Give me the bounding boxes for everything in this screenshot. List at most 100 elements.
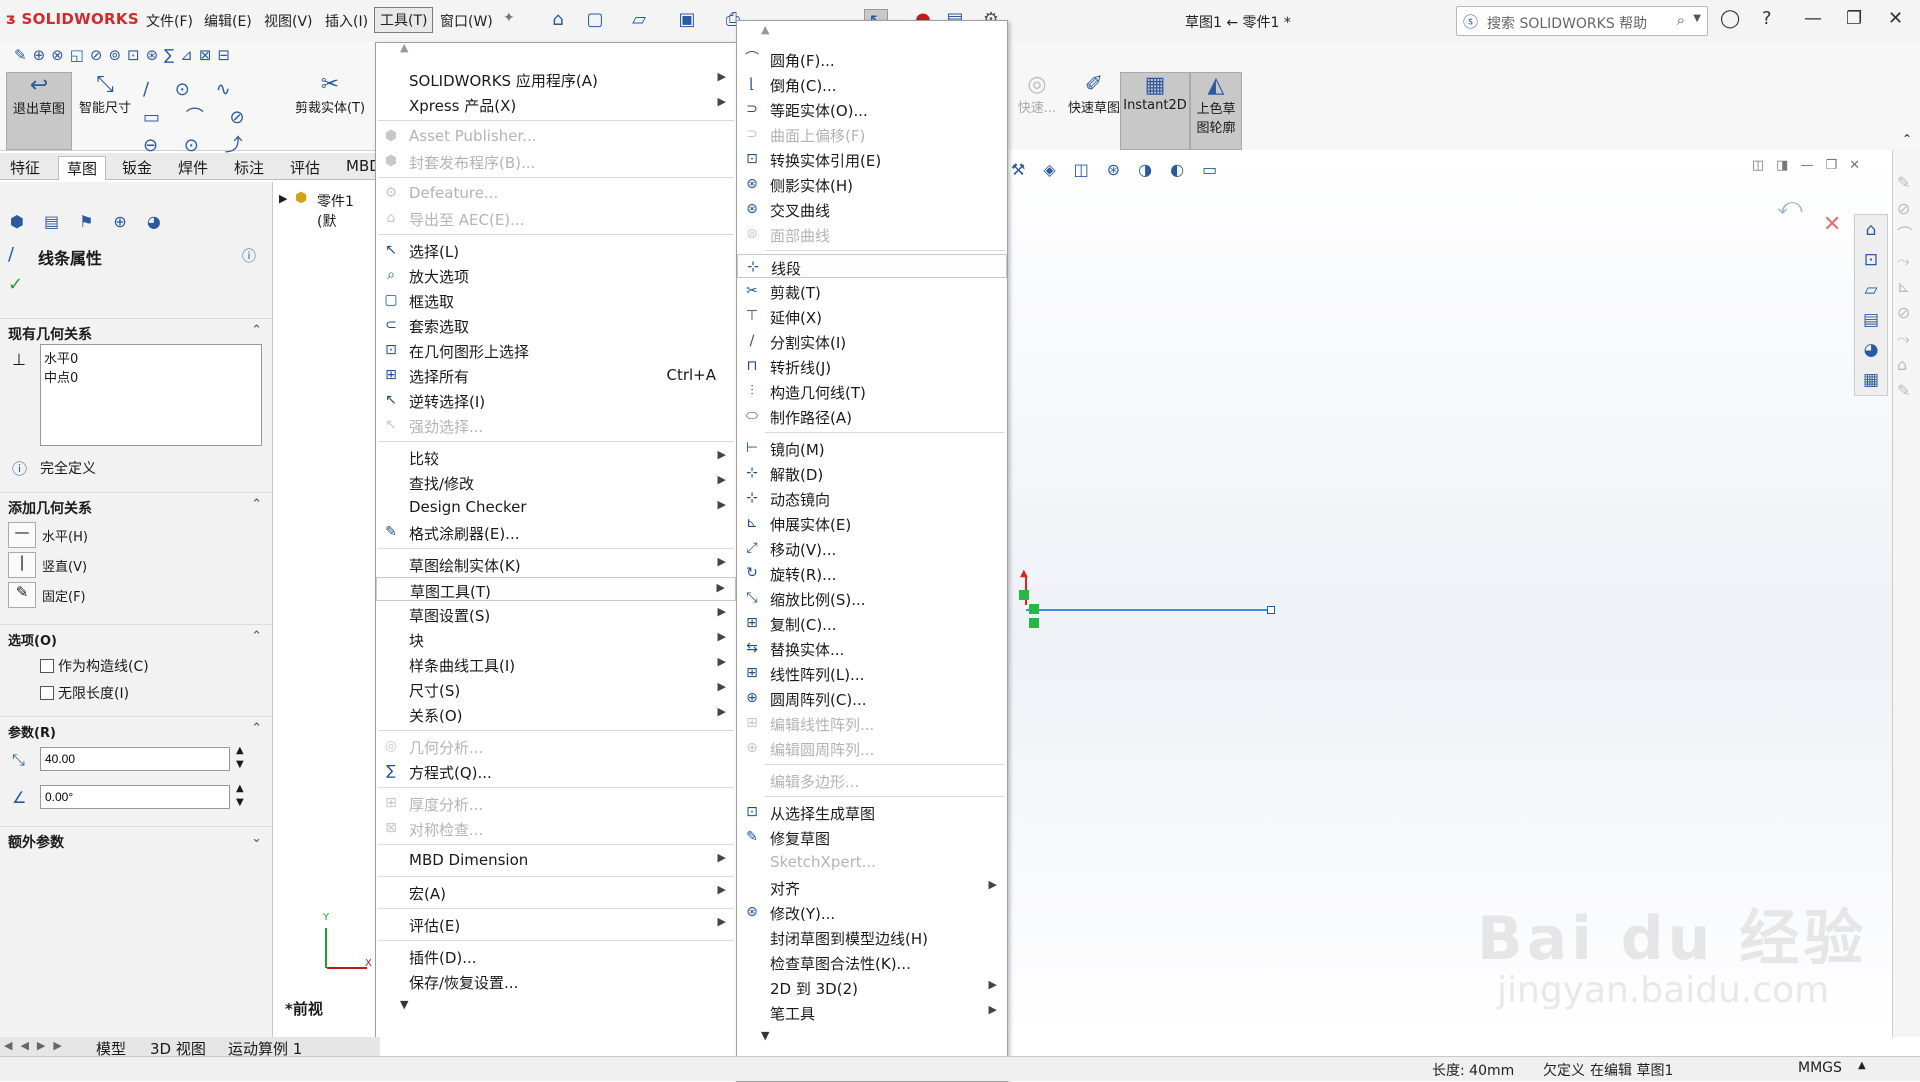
shaded-sketch-button[interactable]: ◭ 上色草图轮廓 <box>1190 72 1242 150</box>
sketch-tools-item[interactable]: ⊞ 线性阵列(L)... <box>737 661 1007 685</box>
minimize-icon[interactable]: — <box>1804 8 1822 29</box>
help-circle-icon[interactable]: ⓘ <box>242 246 256 266</box>
fix-relation[interactable]: 固定(F) <box>42 586 86 605</box>
menu-view[interactable]: 视图(V) <box>264 11 313 31</box>
construction-checkbox[interactable] <box>40 659 54 673</box>
sketch-tools-item[interactable]: ⊛ 修改(Y)... <box>737 900 1007 924</box>
tab-features[interactable]: 特征 <box>2 156 48 179</box>
restore-icon[interactable]: ❐ <box>1846 8 1862 29</box>
sketch-line[interactable] <box>1026 609 1272 611</box>
line-endpoint[interactable] <box>1267 606 1275 614</box>
sketch-tools-item[interactable]: ⊃ 等距实体(O)... <box>737 97 1007 121</box>
infinite-length-checkbox[interactable] <box>40 686 54 700</box>
tools-menu-item[interactable]: 评估(E) ▶ <box>376 912 736 936</box>
tools-menu-item[interactable]: ✎ 格式涂刷器(E)... <box>376 520 736 544</box>
options-header[interactable]: 选项(O) ⌃ <box>0 624 272 651</box>
task-pane-tabs[interactable]: ⌂ ⊡ ▱ ▤ ◕ ▦ <box>1854 214 1888 396</box>
angle-input[interactable] <box>40 785 230 809</box>
cancel-corner-icon[interactable]: ✕ <box>1823 212 1841 237</box>
tools-menu-item[interactable]: 草图设置(S) ▶ <box>376 602 736 626</box>
menu-insert[interactable]: 插入(I) <box>325 11 368 31</box>
instant2d-button[interactable]: ▦ Instant2D <box>1120 72 1190 150</box>
tools-menu-item[interactable]: ⌕ 放大选项 <box>376 263 736 287</box>
scroll-down-icon[interactable]: ▼ <box>761 1029 769 1042</box>
tools-menu-item[interactable]: 草图绘制实体(K) ▶ <box>376 552 736 576</box>
tools-menu-item[interactable]: 样条曲线工具(I) ▶ <box>376 652 736 676</box>
close-icon[interactable]: ✕ <box>1888 8 1903 29</box>
confirm-corner-icon[interactable]: ⤺ <box>1777 192 1803 220</box>
units-selector[interactable]: MMGS <box>1798 1060 1842 1076</box>
tree-expand-icon[interactable]: ▶ <box>279 192 287 205</box>
quick-toolbar-icons[interactable]: ✎⊕⊗◱⊘⊚⊡⊛∑⊿⊠⊟ <box>14 46 236 64</box>
help-search-box[interactable]: ⓢ 搜索 SOLIDWORKS 帮助 ⌕ ▼ <box>1456 6 1708 36</box>
search-icon[interactable]: ⌕ <box>1677 11 1685 29</box>
sketch-tools-item[interactable]: ⤢ 移动(V)... <box>737 536 1007 560</box>
scroll-up-icon[interactable]: ▲ <box>400 41 408 54</box>
sketch-tools-item[interactable]: 检查草图合法性(K)... <box>737 950 1007 974</box>
tab-weldments[interactable]: 焊件 <box>170 156 216 179</box>
sketch-tools-item[interactable]: 封闭草图到模型边线(H) <box>737 925 1007 949</box>
length-spinner-icon[interactable]: ▲ ▼ <box>236 744 244 772</box>
vertical-relation[interactable]: 竖直(V) <box>42 556 87 575</box>
scroll-down-icon[interactable]: ▼ <box>400 998 408 1011</box>
help-question-icon[interactable]: ? <box>1762 8 1772 29</box>
menu-tools[interactable]: 工具(T) <box>374 7 434 33</box>
sketch-tools-item[interactable]: ⤡ 缩放比例(S)... <box>737 586 1007 610</box>
tools-menu-item[interactable]: Xpress 产品(X) ▶ <box>376 92 736 116</box>
tools-menu-item[interactable]: MBD Dimension ▶ <box>376 848 736 872</box>
sketch-tools-item[interactable]: ⊹ 解散(D) <box>737 461 1007 485</box>
sketch-tools-item[interactable]: ✂ 剪裁(T) <box>737 279 1007 303</box>
view-window-controls[interactable]: ◫◨—❐✕ <box>1752 158 1872 173</box>
sketch-tools-item[interactable]: ✎ 修复草图 <box>737 825 1007 849</box>
tab-markup[interactable]: 标注 <box>226 156 272 179</box>
tools-menu-item[interactable]: 块 ▶ <box>376 627 736 651</box>
sketch-tools-item[interactable]: ⊓ 转折线(J) <box>737 354 1007 378</box>
sketch-tools-item[interactable]: ⊡ 转换实体引用(E) <box>737 147 1007 171</box>
sketch-tools-item[interactable]: ↻ 旋转(R)... <box>737 561 1007 585</box>
menu-window[interactable]: 窗口(W) <box>440 11 493 31</box>
sketch-tools-item[interactable]: ⊛ 侧影实体(H) <box>737 172 1007 196</box>
tools-menu-item[interactable]: SOLIDWORKS 应用程序(A) ▶ <box>376 67 736 91</box>
scroll-up-icon[interactable]: ▲ <box>761 23 769 36</box>
existing-relations-header[interactable]: 现有几何关系 ⌃ <box>0 318 272 345</box>
ok-check-icon[interactable]: ✓ <box>8 274 23 295</box>
smart-dimension-button[interactable]: ⤡ 智能尺寸 <box>76 72 134 148</box>
sketch-tools-item[interactable]: ⫶ 构造几何线(T) <box>737 379 1007 403</box>
manager-tab-icons[interactable]: ⬢▤⚑⊕◕ <box>10 212 200 236</box>
rapid-sketch-button[interactable]: ✐ 快速草图 <box>1068 72 1120 148</box>
parameters-header[interactable]: 参数(R) ⌃ <box>0 716 272 743</box>
tab-evaluate[interactable]: 评估 <box>282 156 328 179</box>
tab-sketch[interactable]: 草图 <box>58 156 107 180</box>
sketch-tools-item[interactable]: ⊹ 动态镜向 <box>737 486 1007 510</box>
tools-menu-item[interactable]: 保存/恢复设置... <box>376 969 736 993</box>
extra-params-header[interactable]: 额外参数 ⌄ <box>0 826 272 853</box>
collapse-chevron-icon[interactable]: ⌃ <box>1902 132 1912 146</box>
tab-sheet-metal[interactable]: 钣金 <box>114 156 160 179</box>
tools-menu-item[interactable]: ⊂ 套索选取 <box>376 313 736 337</box>
sketch-tools-item[interactable]: ⊛ 交叉曲线 <box>737 197 1007 221</box>
tab-scroll-arrows[interactable]: ◀◀▶▶ <box>4 1039 70 1052</box>
relation-item[interactable]: 水平0 <box>44 348 78 367</box>
tools-menu-item[interactable]: 宏(A) ▶ <box>376 880 736 904</box>
tools-menu-item[interactable]: ∑ 方程式(Q)... <box>376 759 736 783</box>
chevron-down-icon[interactable]: ▼ <box>1693 13 1701 24</box>
tools-menu-item[interactable]: 比较 ▶ <box>376 445 736 469</box>
graphics-area[interactable]: ⚒◈◫⊛◑◐▭ ◫◨—❐✕ ⤺ ✕ ▲ Bai du 经验 jingyan.ba… <box>1007 150 1892 1037</box>
user-icon[interactable]: ◯ <box>1720 8 1740 29</box>
add-relations-header[interactable]: 添加几何关系 ⌃ <box>0 492 272 519</box>
sketch-tools-item[interactable]: ⌒ 圆角(F)... <box>737 47 1007 71</box>
save-icon[interactable]: ▣ <box>676 9 698 31</box>
sketch-tools-item[interactable]: ⊡ 从选择生成草图 <box>737 800 1007 824</box>
sketch-tools-item[interactable]: ⊕ 圆周阵列(C)... <box>737 686 1007 710</box>
trim-entities-button[interactable]: ✂ 剪裁实体(T) <box>292 72 368 148</box>
open-folder-icon[interactable]: ▱ <box>628 9 650 31</box>
relation-item[interactable]: 中点0 <box>44 367 78 386</box>
tools-menu-item[interactable]: 查找/修改 ▶ <box>376 470 736 494</box>
tools-menu-item[interactable]: 草图工具(T) ▶ <box>376 577 736 601</box>
menu-file[interactable]: 文件(F) <box>146 11 193 31</box>
sketch-tools-item[interactable]: ⬭ 制作路径(A) <box>737 404 1007 428</box>
tools-menu-item[interactable]: ↖ 选择(L) <box>376 238 736 262</box>
tools-menu-item[interactable]: ⊞ 选择所有 Ctrl+A <box>376 363 736 387</box>
angle-spinner-icon[interactable]: ▲ ▼ <box>236 782 244 810</box>
tools-menu-item[interactable]: 尺寸(S) ▶ <box>376 677 736 701</box>
